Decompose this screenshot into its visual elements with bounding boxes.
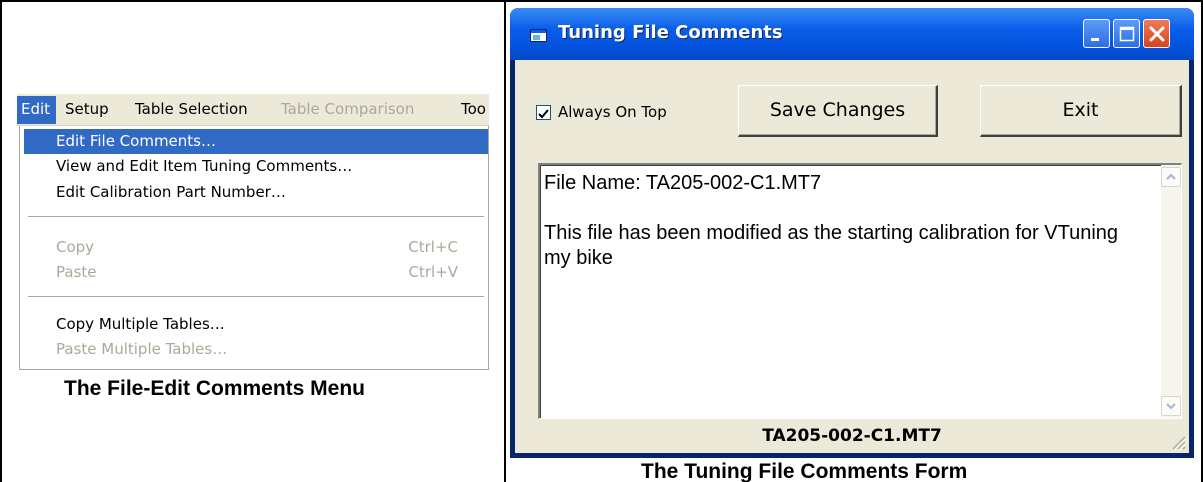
menu-separator (28, 216, 484, 217)
menu-item-label: View and Edit Item Tuning Comments… (56, 157, 353, 175)
title-bar[interactable]: Tuning File Comments (510, 8, 1194, 60)
menu-item-view-edit-tuning-comments[interactable]: View and Edit Item Tuning Comments… (24, 154, 488, 179)
menu-item-copy-multiple-tables[interactable]: Copy Multiple Tables… (24, 312, 488, 337)
chevron-down-icon (1166, 403, 1176, 410)
resize-grip-icon[interactable] (1169, 433, 1187, 451)
always-on-top-label: Always On Top (558, 103, 667, 121)
menu-separator (28, 296, 484, 297)
menu-item-label: Copy Multiple Tables… (56, 315, 225, 333)
checkbox-box[interactable] (536, 105, 551, 120)
vertical-scrollbar[interactable] (1161, 165, 1181, 418)
menu-item-paste-multiple-tables[interactable]: Paste Multiple Tables… (24, 337, 488, 362)
window-client-area: Always On Top Save Changes Exit File Nam… (515, 60, 1189, 453)
minimize-icon (1091, 38, 1099, 41)
app-window-icon (530, 29, 547, 42)
comments-textarea[interactable]: File Name: TA205-002-C1.MT7 This file ha… (538, 163, 1182, 419)
menu-item-shortcut: Ctrl+C (408, 238, 458, 256)
edit-menu-screenshot: Edit Setup Table Selection Table Compari… (17, 94, 489, 370)
frame-divider (504, 0, 506, 482)
menu-item-copy[interactable]: Copy Ctrl+C (24, 235, 488, 260)
right-caption: The Tuning File Comments Form (641, 460, 968, 482)
menu-table-selection[interactable]: Table Selection (135, 100, 248, 118)
comments-text: File Name: TA205-002-C1.MT7 This file ha… (544, 171, 1144, 271)
tuning-file-comments-window: Tuning File Comments Always On Top Save … (510, 8, 1194, 458)
minimize-button[interactable] (1083, 19, 1110, 48)
menu-item-label: Edit File Comments… (56, 132, 216, 150)
close-button[interactable] (1143, 19, 1170, 48)
frame-border-left (0, 0, 2, 482)
menu-item-label: Paste Multiple Tables… (56, 340, 228, 358)
chevron-up-icon (1166, 173, 1176, 180)
menu-item-edit-calibration-part-number[interactable]: Edit Calibration Part Number… (24, 180, 488, 205)
menu-item-paste[interactable]: Paste Ctrl+V (24, 260, 488, 285)
menu-edit[interactable]: Edit (17, 96, 57, 124)
exit-button[interactable]: Exit (980, 85, 1182, 137)
menu-item-edit-file-comments[interactable]: Edit File Comments… (24, 129, 488, 154)
menu-item-label: Copy (56, 238, 95, 256)
maximize-icon (1119, 26, 1135, 42)
scroll-down-button[interactable] (1161, 396, 1181, 416)
scroll-up-button[interactable] (1161, 167, 1181, 187)
frame-border-top (0, 0, 1203, 2)
left-caption: The File-Edit Comments Menu (64, 377, 366, 400)
close-icon (1149, 26, 1165, 42)
menu-tools[interactable]: Too (461, 100, 486, 118)
menu-item-label: Paste (56, 263, 97, 281)
status-filename: TA205-002-C1.MT7 (762, 426, 942, 446)
edit-dropdown: Edit File Comments… View and Edit Item T… (19, 126, 489, 370)
comments-line-1: File Name: TA205-002-C1.MT7 (544, 172, 822, 194)
maximize-button[interactable] (1113, 19, 1140, 48)
comments-line-3: This file has been modified as the start… (544, 222, 1124, 269)
menu-setup[interactable]: Setup (65, 100, 109, 118)
save-changes-button[interactable]: Save Changes (738, 85, 938, 137)
menu-item-shortcut: Ctrl+V (408, 263, 458, 281)
window-title: Tuning File Comments (558, 22, 783, 43)
menubar: Edit Setup Table Selection Table Compari… (17, 94, 489, 126)
menu-item-label: Edit Calibration Part Number… (56, 183, 286, 201)
menu-table-comparison[interactable]: Table Comparison (281, 100, 414, 118)
checkmark-icon (538, 109, 549, 119)
